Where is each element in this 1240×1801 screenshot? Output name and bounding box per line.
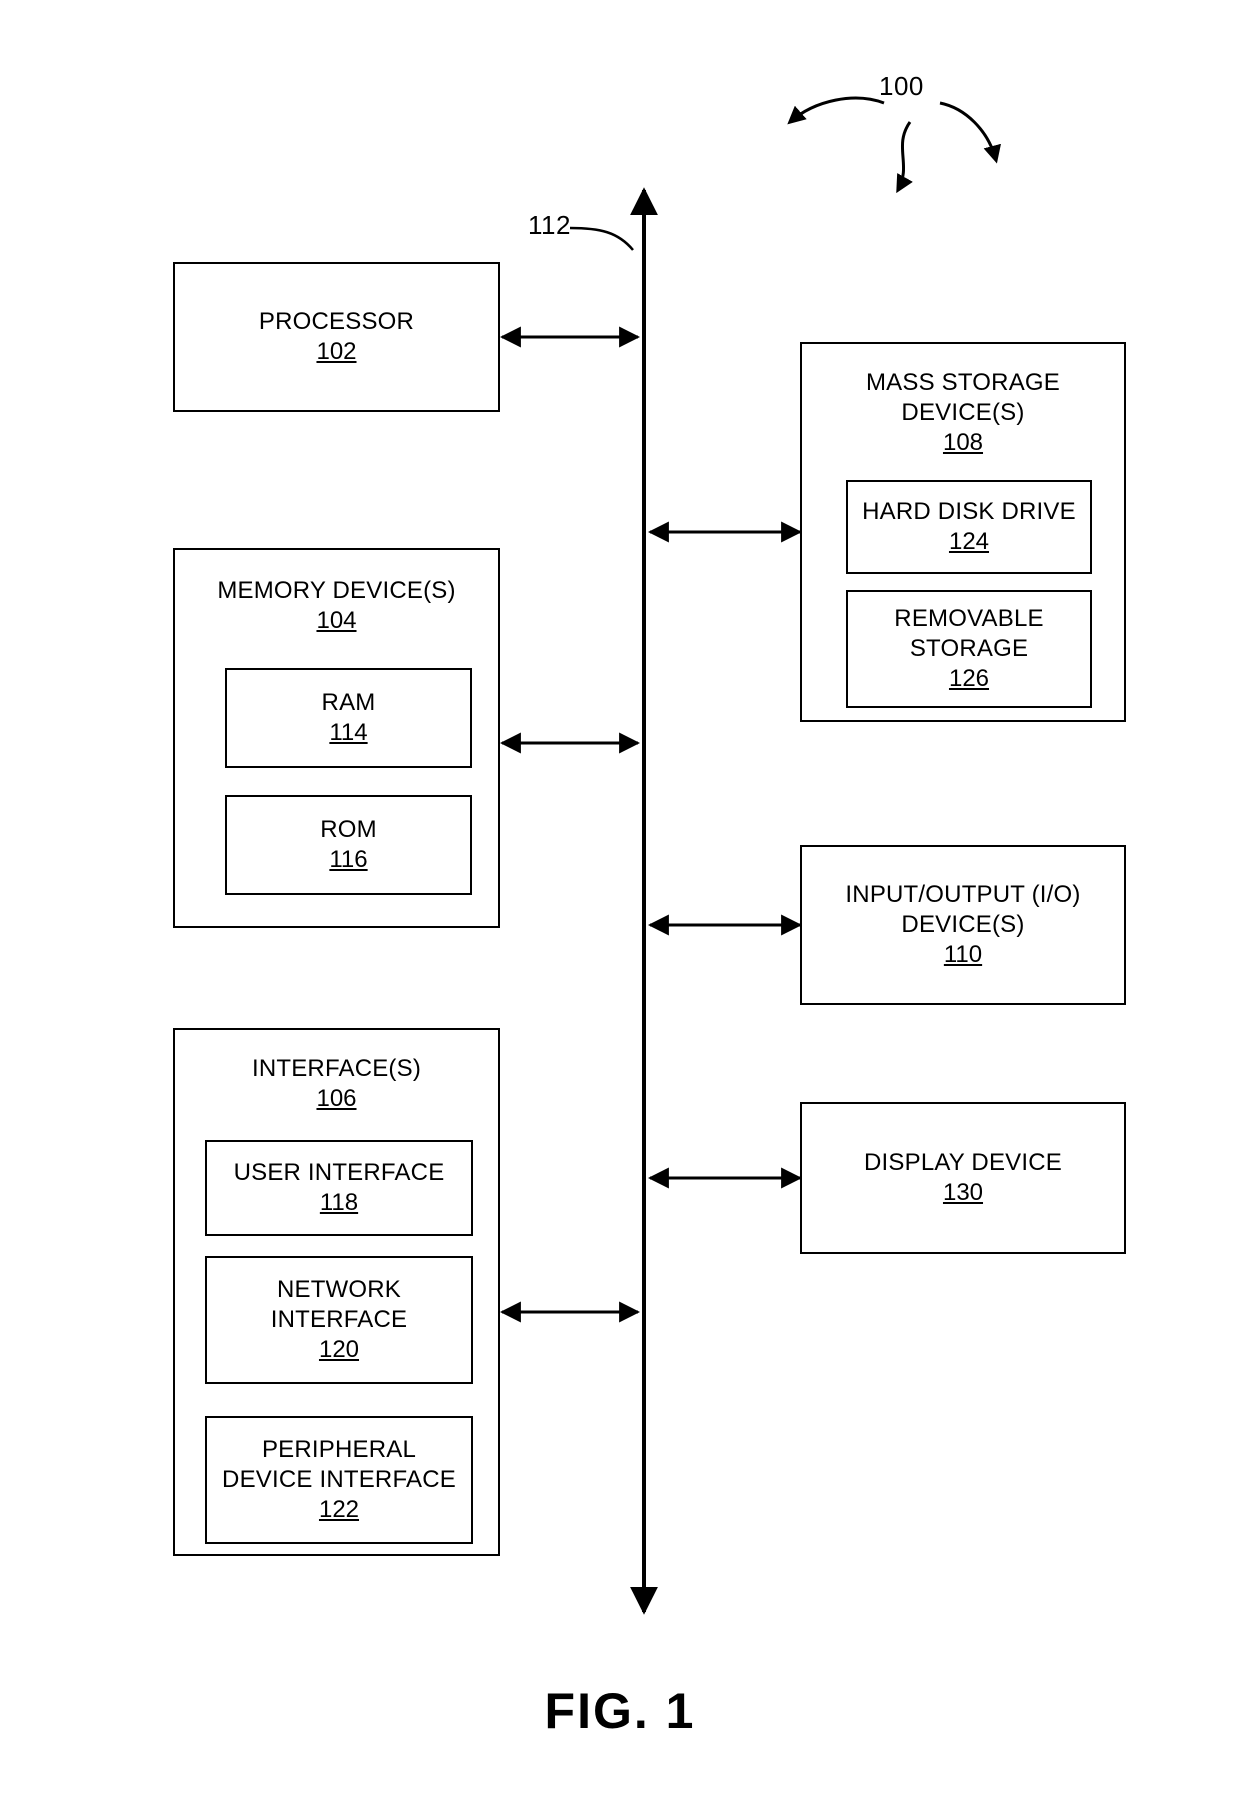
- ram-number: 114: [329, 719, 368, 746]
- figure-caption: FIG. 1: [544, 1683, 696, 1739]
- removable-storage-number: 126: [948, 665, 990, 692]
- peripheral-device-interface-box: PERIPHERAL DEVICE INTERFACE 122: [205, 1416, 473, 1544]
- rom-number: 116: [329, 846, 368, 873]
- user-interface-title: USER INTERFACE: [233, 1159, 445, 1186]
- removable-storage-box: REMOVABLE STORAGE 126: [846, 590, 1092, 708]
- rom-title: ROM: [320, 816, 377, 843]
- peripheral-device-interface-number: 122: [318, 1496, 360, 1523]
- hard-disk-drive-title: HARD DISK DRIVE: [862, 498, 1076, 525]
- network-interface-box: NETWORK INTERFACE 120: [205, 1256, 473, 1384]
- system-reference-label: 100: [879, 71, 924, 101]
- interfaces-title: INTERFACE(S): [251, 1055, 422, 1082]
- mass-storage-box: MASS STORAGE DEVICE(S) 108 HARD DISK DRI…: [800, 342, 1126, 722]
- io-devices-box: INPUT/OUTPUT (I/O) DEVICE(S) 110: [800, 845, 1126, 1005]
- removable-storage-title: REMOVABLE STORAGE: [894, 605, 1044, 662]
- memory-devices-number: 104: [316, 607, 357, 634]
- processor-box: PROCESSOR 102: [173, 262, 500, 412]
- display-device-box: DISPLAY DEVICE 130: [800, 1102, 1126, 1254]
- interfaces-box: INTERFACE(S) 106 USER INTERFACE 118 NETW…: [173, 1028, 500, 1556]
- ram-title: RAM: [321, 689, 376, 716]
- user-interface-box: USER INTERFACE 118: [205, 1140, 473, 1236]
- memory-devices-box: MEMORY DEVICE(S) 104 RAM 114 ROM 116: [173, 548, 500, 928]
- mass-storage-title: MASS STORAGE DEVICE(S): [865, 369, 1060, 426]
- interfaces-number: 106: [316, 1085, 357, 1112]
- bus-reference-label: 112: [528, 210, 571, 240]
- display-device-title: DISPLAY DEVICE: [864, 1149, 1062, 1176]
- patent-figure-1: 100 112 PROCESSOR 102 MEMORY DEVICE(S) 1…: [0, 0, 1240, 1801]
- peripheral-device-interface-title: PERIPHERAL DEVICE INTERFACE: [222, 1436, 456, 1493]
- user-interface-number: 118: [319, 1189, 359, 1216]
- hard-disk-drive-box: HARD DISK DRIVE 124: [846, 480, 1092, 574]
- bus-leader-line: [569, 226, 634, 251]
- network-interface-title: NETWORK INTERFACE: [270, 1276, 408, 1333]
- mass-storage-number: 108: [942, 429, 984, 456]
- rom-box: ROM 116: [225, 795, 472, 895]
- io-devices-title: INPUT/OUTPUT (I/O) DEVICE(S): [845, 881, 1081, 938]
- ram-box: RAM 114: [225, 668, 472, 768]
- processor-title: PROCESSOR: [258, 308, 415, 335]
- system-ref-arrows: [787, 96, 1001, 194]
- io-devices-number: 110: [943, 941, 983, 968]
- network-interface-number: 120: [318, 1336, 360, 1363]
- hard-disk-drive-number: 124: [948, 528, 990, 555]
- display-device-number: 130: [942, 1179, 984, 1206]
- memory-devices-title: MEMORY DEVICE(S): [217, 577, 456, 604]
- processor-number: 102: [316, 338, 357, 365]
